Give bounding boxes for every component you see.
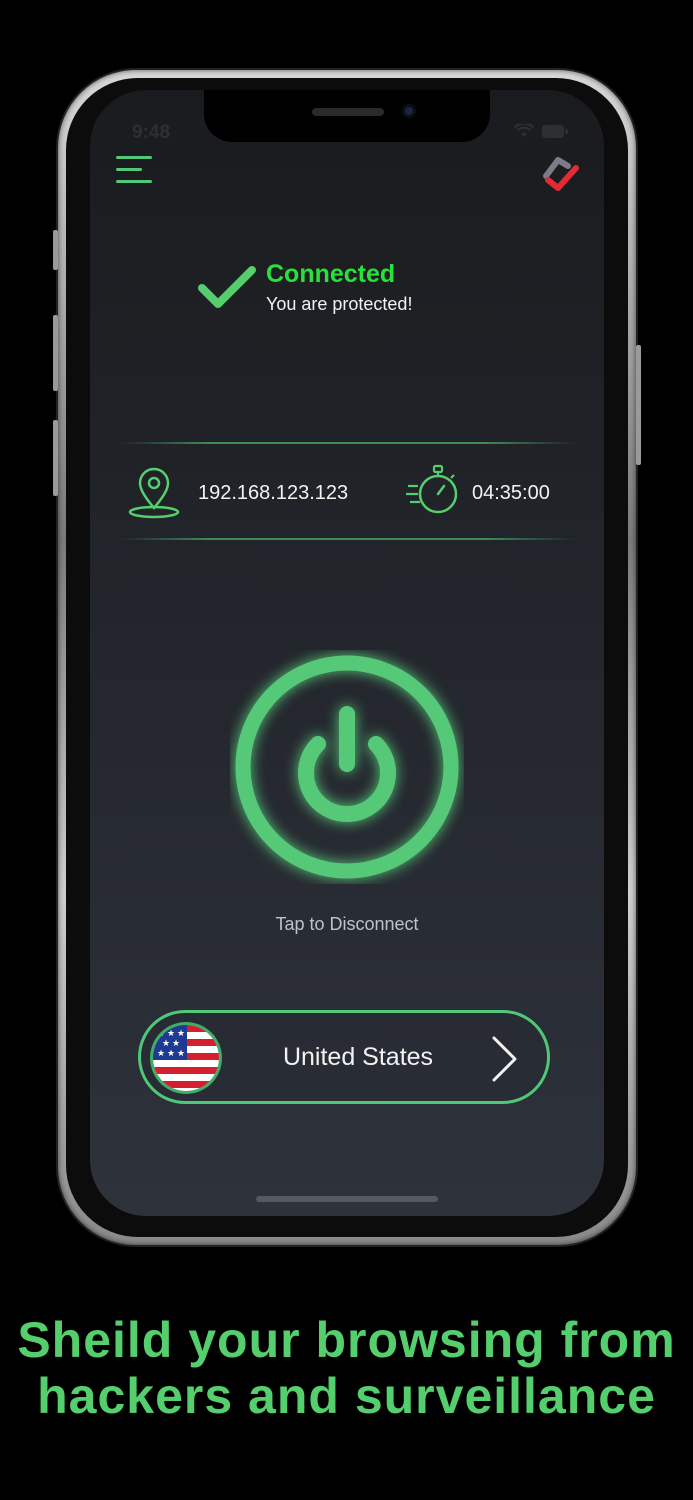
chevron-right-icon [492,1036,517,1082]
stopwatch-icon [406,464,458,514]
connection-subtitle: You are protected! [266,294,413,314]
status-time: 9:48 [132,122,171,143]
menu-line [116,168,142,171]
speaker-grille [312,108,384,116]
tagline-line-1: Sheild your browsing from [17,1312,676,1368]
home-indicator[interactable] [256,1196,438,1202]
menu-line [116,180,152,183]
volume-up-button [53,315,58,391]
divider-top [120,442,576,444]
country-selector[interactable]: ★ ★ ★ ★ ★ ★ ★ ★ United States [138,1010,550,1104]
connection-status: Connected You are protected! [198,260,498,320]
power-button-label: Tap to Disconnect [275,914,419,934]
check-icon [198,266,256,308]
status-icons [514,124,568,138]
ip-address: 192.168.123.123 [198,482,349,504]
tagline-line-2: hackers and surveillance [37,1368,656,1424]
connection-timer: 04:35:00 [472,482,550,504]
power-side-button [636,345,641,465]
app-screen: 9:48 Connected You are protected! 192.16… [90,90,604,1216]
marketing-tagline: Sheild your browsing from hackers and su… [0,1312,693,1424]
svg-text:★: ★ [177,1029,185,1039]
battery-icon [542,124,568,138]
connection-title: Connected [266,260,396,288]
wifi-icon [514,124,534,137]
mute-switch [53,230,58,270]
divider-bottom [120,538,576,540]
country-name: United States [282,1043,434,1071]
menu-line [116,156,152,159]
volume-down-button [53,420,58,496]
svg-text:★: ★ [157,1029,165,1039]
svg-text:★: ★ [167,1029,175,1039]
power-button[interactable] [230,650,464,884]
menu-button[interactable] [116,156,152,188]
notch [204,90,490,142]
brand-logo-icon[interactable] [538,150,582,194]
front-camera [402,104,416,118]
location-pin-icon [128,467,180,519]
connection-info-row: 192.168.123.123 04:35:00 [126,460,576,520]
